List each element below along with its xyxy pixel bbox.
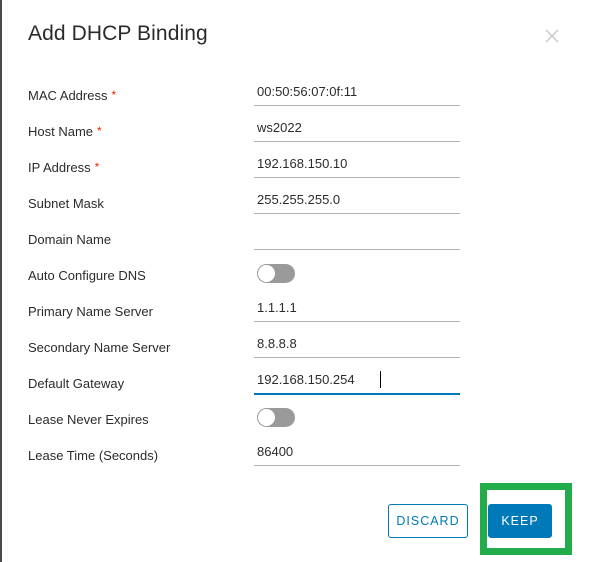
text-input[interactable] (254, 332, 460, 358)
text-input[interactable] (254, 152, 460, 178)
toggle-knob (258, 409, 275, 426)
field-control (254, 332, 460, 368)
form-row: Default Gateway (2, 368, 598, 404)
text-caret (380, 371, 381, 388)
field-control (254, 152, 460, 188)
text-input[interactable] (254, 224, 460, 250)
field-label: Primary Name Server (28, 304, 153, 319)
field-control (254, 80, 460, 116)
form-row: Lease Never Expires (2, 404, 598, 440)
toggle-switch[interactable] (257, 408, 295, 427)
toggle-knob (258, 265, 275, 282)
required-marker: * (111, 88, 117, 102)
dhcp-binding-form: MAC Address* Host Name* IP Address* Subnet … (2, 80, 598, 476)
field-label: Lease Time (Seconds) (28, 448, 159, 463)
form-row: Lease Time (Seconds) (2, 440, 598, 476)
form-row: Primary Name Server (2, 296, 598, 332)
required-marker: * (94, 160, 100, 174)
add-dhcp-binding-dialog: Add DHCP Binding MAC Address* Host Name* I… (0, 0, 598, 562)
text-input[interactable] (254, 188, 460, 214)
field-label: Default Gateway (28, 376, 125, 391)
discard-button[interactable]: Discard (388, 504, 468, 538)
field-control (254, 260, 460, 296)
form-row: Auto Configure DNS (2, 260, 598, 296)
form-row: Secondary Name Server (2, 332, 598, 368)
field-label: MAC Address * (28, 88, 117, 103)
text-input[interactable] (254, 368, 460, 395)
field-control (254, 224, 460, 260)
field-label: IP Address * (28, 160, 100, 175)
field-label: Host Name * (28, 124, 102, 139)
field-control (254, 440, 460, 476)
field-control (254, 404, 460, 440)
close-icon[interactable] (542, 26, 562, 46)
field-label: Secondary Name Server (28, 340, 171, 355)
required-marker: * (97, 124, 102, 138)
toggle-switch[interactable] (257, 264, 295, 283)
field-label: Subnet Mask (28, 196, 104, 211)
field-control (254, 188, 460, 224)
dialog-header: Add DHCP Binding (2, 0, 598, 72)
form-row: Subnet Mask (2, 188, 598, 224)
dialog-footer: Discard Keep (2, 483, 598, 562)
keep-button[interactable]: Keep (488, 504, 552, 538)
field-control (254, 296, 460, 332)
field-label: Domain Name (28, 232, 112, 247)
field-label: Lease Never Expires (28, 412, 149, 427)
text-input[interactable] (254, 296, 460, 322)
form-row: MAC Address * (2, 80, 598, 116)
text-input[interactable] (254, 116, 460, 142)
form-row: IP Address * (2, 152, 598, 188)
form-row: Host Name * (2, 116, 598, 152)
text-input[interactable] (254, 440, 460, 466)
field-control (254, 368, 460, 404)
field-label: Auto Configure DNS (28, 268, 146, 283)
text-input[interactable] (254, 80, 460, 106)
field-control (254, 116, 460, 152)
page-title: Add DHCP Binding (28, 22, 208, 45)
form-row: Domain Name (2, 224, 598, 260)
